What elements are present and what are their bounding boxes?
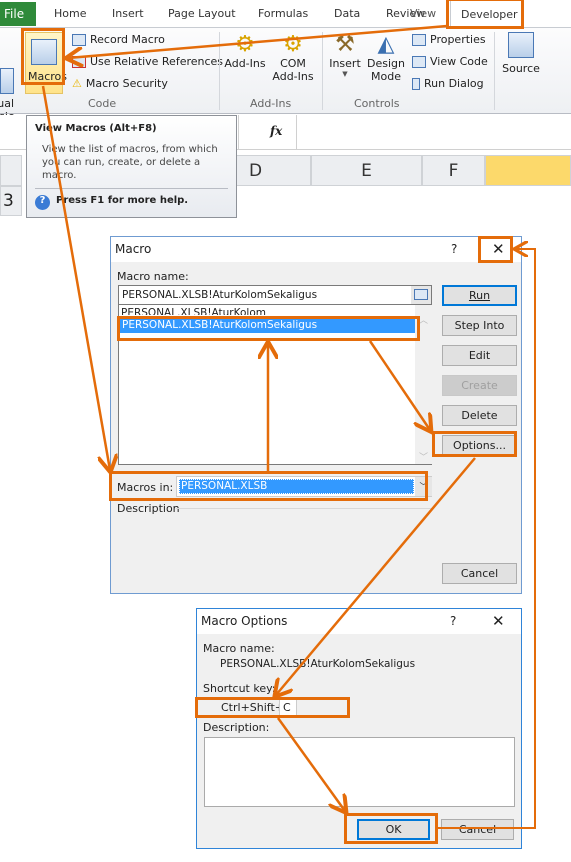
macro-dialog-titlebar: Macro ? ✕ (111, 237, 521, 262)
tools-icon: ⚒ (335, 32, 355, 57)
group-label-controls: Controls (354, 97, 400, 110)
shortcut-key-label: Shortcut key: (203, 682, 276, 695)
com-gear-icon: ⚙ (283, 32, 303, 57)
view-code-button[interactable]: View Code (412, 55, 488, 68)
help-button[interactable]: ? (450, 614, 456, 628)
step-into-button[interactable]: Step Into (442, 315, 517, 336)
highlight-developer-tab (446, 0, 524, 29)
row-header-3[interactable]: 3 (0, 186, 22, 216)
macro-name-label: Macro name: (203, 642, 275, 655)
column-header-f[interactable]: F (422, 155, 485, 186)
description-label: Description: (203, 721, 270, 734)
properties-button[interactable]: Properties (412, 33, 486, 46)
tab-formulas[interactable]: Formulas (258, 7, 308, 20)
highlight-shortcut-key (195, 697, 350, 718)
view-code-icon (412, 56, 426, 68)
options-titlebar: Macro Options ? ✕ (197, 609, 521, 634)
tab-page-layout[interactable]: Page Layout (168, 7, 236, 20)
macro-name-value: PERSONAL.XLSB!AturKolomSekaligus (220, 658, 416, 670)
insert-control-button[interactable]: ⚒ Insert ▼ (326, 32, 364, 78)
select-all-corner[interactable] (0, 155, 22, 186)
tab-view[interactable]: View (410, 7, 436, 20)
create-button[interactable]: Create (442, 375, 517, 396)
column-header-e[interactable]: E (311, 155, 422, 186)
macro-dialog: Macro ? ✕ Macro name: PERSONAL.XLSB!Atur… (110, 236, 522, 594)
run-dialog-icon (412, 78, 420, 90)
ribbon: Visual Basic Macros Record Macro Use Rel… (0, 28, 571, 123)
gear-icon: ⚙ (235, 32, 255, 57)
description-textarea[interactable] (204, 737, 515, 807)
record-macro-button[interactable]: Record Macro (72, 33, 165, 46)
design-mode-icon: ◭ (377, 32, 395, 57)
edit-button[interactable]: Edit (442, 345, 517, 366)
tab-home[interactable]: Home (54, 7, 86, 20)
use-relative-references-button[interactable]: Use Relative References (72, 55, 223, 68)
add-ins-button[interactable]: ⚙ Add-Ins (222, 32, 268, 70)
delete-button[interactable]: Delete (442, 405, 517, 426)
visual-basic-icon (0, 68, 14, 94)
close-button[interactable]: ✕ (492, 612, 505, 630)
highlight-macros-in (109, 471, 428, 501)
highlight-options-button (432, 431, 517, 457)
source-button[interactable]: Source (500, 32, 542, 75)
help-icon: ? (35, 195, 50, 210)
highlight-ok-button (344, 813, 438, 844)
tooltip: View Macros (Alt+F8) View the list of ma… (26, 115, 237, 218)
list-item[interactable]: PERSONAL.XLSB!AturKolom (121, 306, 266, 315)
group-label-add-ins: Add-Ins (250, 97, 292, 110)
relative-references-icon (72, 56, 86, 68)
warning-icon: ⚠ (72, 77, 82, 90)
tab-file[interactable]: File (0, 2, 36, 26)
run-button[interactable]: Run (442, 285, 517, 306)
tooltip-title: View Macros (Alt+F8) (35, 123, 157, 134)
highlight-selected-macro (117, 316, 420, 341)
tooltip-body: View the list of macros, from which you … (42, 144, 218, 181)
collapse-dialog-icon[interactable] (411, 286, 431, 304)
highlight-macros-button (21, 28, 65, 85)
record-macro-icon (72, 34, 86, 46)
properties-icon (412, 34, 426, 46)
tab-insert[interactable]: Insert (112, 7, 144, 20)
group-label-code: Code (88, 97, 117, 110)
help-button[interactable]: ? (451, 242, 457, 256)
source-icon (508, 32, 534, 58)
macro-security-button[interactable]: ⚠ Macro Security (72, 77, 168, 90)
highlight-close-button (478, 236, 513, 263)
cancel-button[interactable]: Cancel (442, 563, 517, 584)
run-dialog-button[interactable]: Run Dialog (412, 77, 484, 90)
macro-name-label: Macro name: (117, 270, 189, 283)
fx-icon[interactable]: fx (270, 124, 282, 138)
description-label: Description (117, 502, 180, 515)
macro-name-input[interactable]: PERSONAL.XLSB!AturKolomSekaligus (118, 285, 432, 305)
cancel-button[interactable]: Cancel (441, 819, 514, 840)
tab-data[interactable]: Data (334, 7, 360, 20)
com-add-ins-button[interactable]: ⚙ COM Add-Ins (270, 32, 316, 83)
column-header-selected[interactable] (485, 155, 571, 186)
design-mode-button[interactable]: ◭ Design Mode (366, 32, 406, 83)
